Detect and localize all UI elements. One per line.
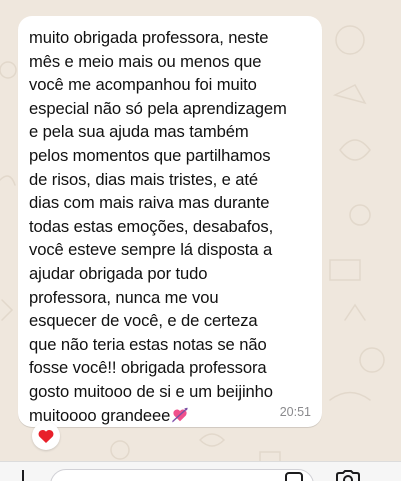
message-text: muito obrigada professora, neste mês e m… (29, 28, 287, 425)
message-input[interactable] (50, 469, 314, 481)
red-heart-icon (38, 429, 54, 443)
message-time: 20:51 (279, 405, 311, 419)
heart-with-arrow-icon (172, 407, 188, 422)
reaction-badge[interactable] (32, 422, 60, 450)
plus-icon[interactable] (22, 470, 24, 481)
message-bubble[interactable]: muito obrigada professora, neste mês e m… (18, 16, 322, 427)
camera-icon[interactable] (335, 470, 361, 481)
sticker-icon[interactable] (285, 472, 303, 481)
